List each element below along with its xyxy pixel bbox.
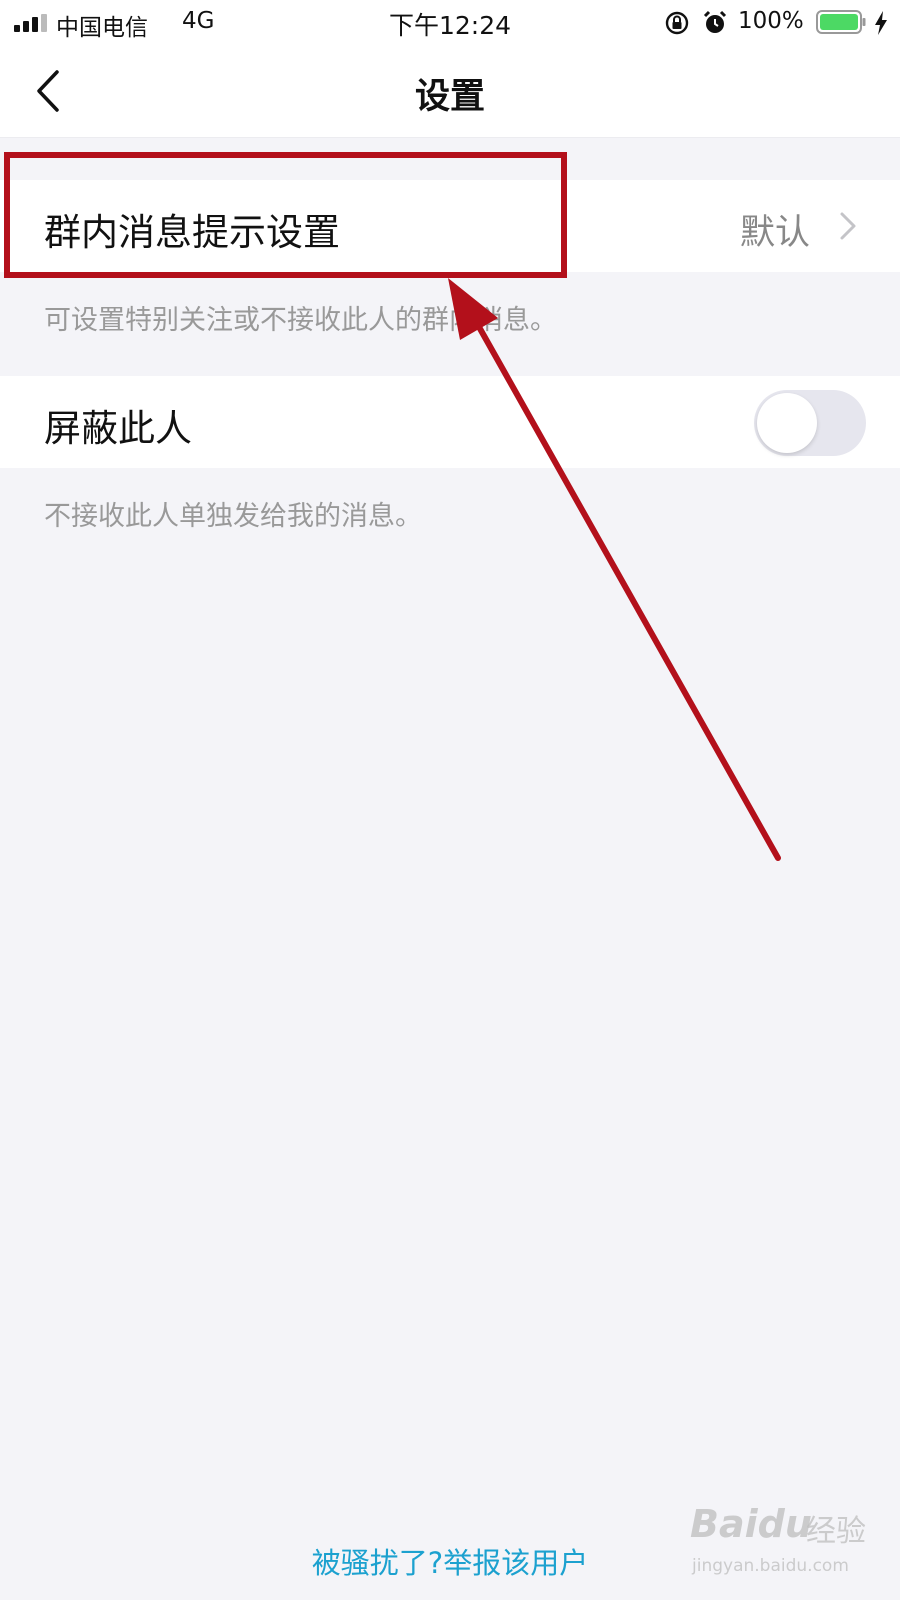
watermark-url: jingyan.baidu.com (692, 1556, 849, 1576)
toggle-knob (757, 393, 817, 453)
group-notify-value: 默认 (739, 213, 810, 253)
block-user-label: 屏蔽此人 (44, 407, 192, 450)
watermark-brand-cn: 经验 (806, 1514, 866, 1549)
group-notify-hint: 可设置特别关注或不接收此人的群内消息。 (44, 305, 557, 336)
watermark-logo: Baidu 经验 jingyan.baidu.com (690, 1502, 890, 1592)
block-user-toggle[interactable] (754, 390, 866, 456)
chevron-right-icon (840, 212, 856, 240)
status-bar: 中国电信 4G 下午12:24 100% (0, 0, 900, 46)
alarm-icon (703, 10, 727, 33)
page-title: 设置 (414, 77, 485, 117)
annotation-highlight-box (4, 152, 567, 278)
watermark-brand: Baidu (690, 1502, 812, 1546)
nav-bar: 设置 (0, 46, 900, 138)
battery-percent: 100% (738, 8, 804, 34)
block-user-row: 屏蔽此人 (0, 376, 900, 468)
block-user-hint: 不接收此人单独发给我的消息。 (44, 501, 422, 532)
charging-bolt-icon (875, 11, 887, 35)
lock-rotation-icon (665, 11, 689, 35)
battery-icon (816, 10, 866, 34)
